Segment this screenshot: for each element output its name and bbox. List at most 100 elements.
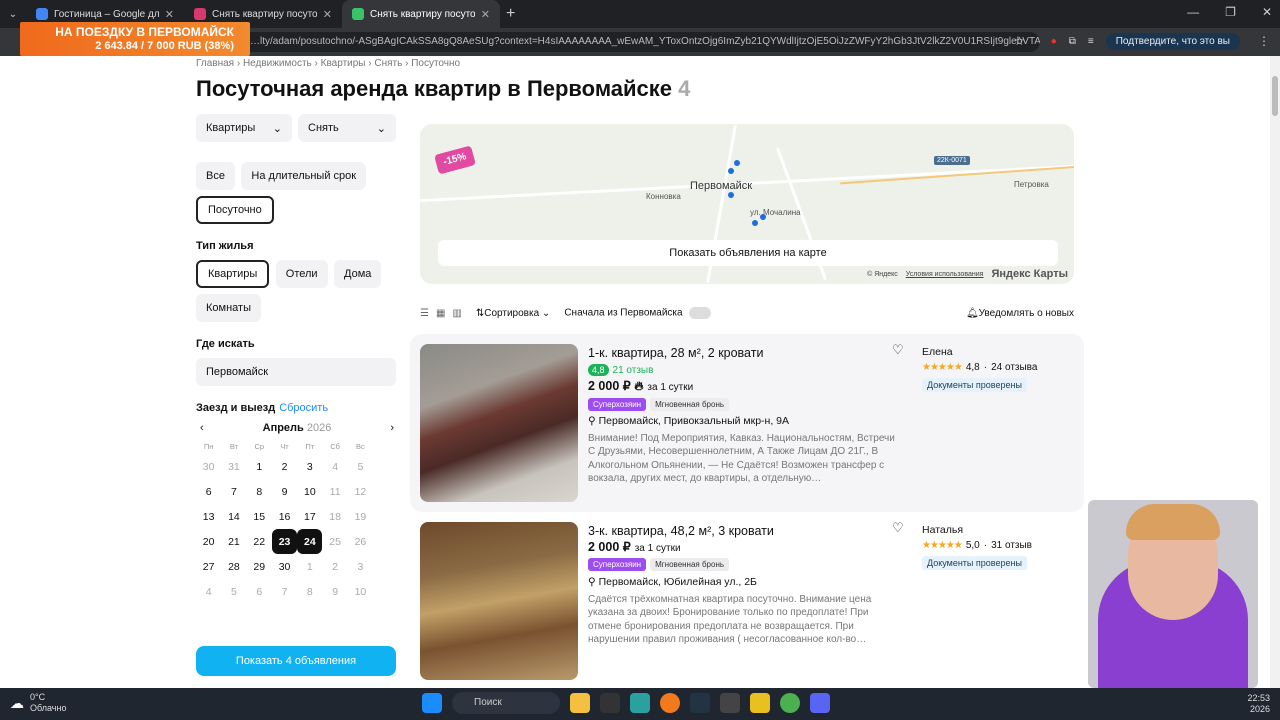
page-scrollbar[interactable]	[1270, 56, 1280, 688]
type-chip-houses[interactable]: Дома	[334, 260, 382, 288]
calendar-day[interactable]: 23	[271, 529, 298, 554]
favorite-heart-icon[interactable]: ♡	[892, 342, 904, 358]
calendar-day[interactable]: 24	[297, 529, 323, 554]
type-chip-rooms[interactable]: Комнаты	[196, 294, 261, 322]
reading-list-icon[interactable]: ≡	[1088, 36, 1094, 47]
listing-photo[interactable]	[420, 344, 578, 502]
app-icon[interactable]	[600, 693, 620, 713]
calendar-day[interactable]: 13	[196, 504, 221, 529]
map-marker[interactable]	[760, 214, 766, 220]
prev-month-icon[interactable]: ‹	[200, 422, 204, 434]
host-reviews[interactable]: 24 отзыва	[991, 362, 1037, 373]
address-bar[interactable]: …lty/adam/posutochno/-ASgBAgICAkSSA8gQ8A…	[240, 32, 1040, 52]
next-month-icon[interactable]: ›	[390, 422, 394, 434]
extension-icon[interactable]: ●	[1051, 36, 1057, 47]
host-name[interactable]: Наталья	[922, 524, 963, 536]
calendar-day[interactable]: 1	[247, 454, 272, 479]
app-icon[interactable]	[720, 693, 740, 713]
calendar-day[interactable]: 2	[272, 454, 297, 479]
location-input[interactable]: Первомайск	[196, 358, 396, 386]
map-marker[interactable]	[728, 168, 734, 174]
host-reviews[interactable]: 31 отзыв	[991, 540, 1032, 551]
calendar-day[interactable]: 30	[272, 554, 297, 579]
first-from-city-toggle[interactable]: Сначала из Первомайска	[564, 307, 711, 319]
app-icon[interactable]	[660, 693, 680, 713]
discord-icon[interactable]	[810, 693, 830, 713]
map-terms-link[interactable]: Условия использования	[906, 271, 984, 278]
browser-tab-3[interactable]: Снять квартиру посуточно, ар ✕	[342, 0, 500, 28]
more-menu-icon[interactable]: ⋮	[1258, 34, 1270, 48]
calendar-day[interactable]: 19	[348, 504, 373, 529]
calendar-day[interactable]: 20	[196, 529, 221, 554]
list-view-icon[interactable]: ☰	[420, 308, 429, 319]
system-clock[interactable]: 22:53 2026	[1247, 693, 1270, 715]
calendar-day[interactable]: 18	[322, 504, 347, 529]
listing-title[interactable]: 3-к. квартира, 48,2 м², 3 кровати	[588, 524, 774, 538]
calendar-day[interactable]: 26	[348, 529, 373, 554]
show-results-button[interactable]: Показать 4 объявления	[196, 646, 396, 676]
calendar-day[interactable]: 5	[348, 454, 373, 479]
calendar-day[interactable]: 16	[272, 504, 297, 529]
bookmark-star-icon[interactable]: ☆	[1014, 34, 1025, 48]
calendar-day[interactable]: 14	[221, 504, 246, 529]
close-tab-icon[interactable]: ✕	[481, 8, 490, 21]
app-icon[interactable]	[630, 693, 650, 713]
scrollbar-thumb[interactable]	[1272, 76, 1278, 116]
calendar-day[interactable]: 4	[322, 454, 347, 479]
listing-title[interactable]: 1-к. квартира, 28 м², 2 кровати	[588, 346, 763, 360]
windows-start-icon[interactable]	[422, 693, 442, 713]
type-chip-apartments[interactable]: Квартиры	[196, 260, 270, 288]
app-icon[interactable]	[750, 693, 770, 713]
chrome-icon[interactable]	[780, 693, 800, 713]
steam-icon[interactable]	[690, 693, 710, 713]
sort-button[interactable]: ⇅Сортировка ⌄	[476, 308, 550, 319]
calendar-day[interactable]: 21	[221, 529, 246, 554]
tab-list-icon[interactable]: ⌄	[0, 9, 26, 20]
maximize-icon[interactable]: ❐	[1225, 5, 1236, 19]
term-chip-all[interactable]: Все	[196, 162, 235, 190]
term-chip-daily[interactable]: Посуточно	[196, 196, 274, 224]
new-tab-icon[interactable]: +	[506, 5, 515, 23]
reset-dates-link[interactable]: Сбросить	[279, 402, 328, 414]
calendar-day[interactable]: 6	[196, 479, 221, 504]
map-marker[interactable]	[752, 220, 758, 226]
weather-widget[interactable]: ☁ 0°C Облачно	[10, 692, 66, 714]
calendar-day[interactable]: 25	[322, 529, 347, 554]
toggle-switch[interactable]	[688, 307, 711, 319]
calendar-day[interactable]: 11	[322, 479, 347, 504]
host-name[interactable]: Елена	[922, 346, 953, 358]
calendar-day[interactable]: 27	[196, 554, 221, 579]
calendar-day[interactable]: 15	[247, 504, 272, 529]
calendar-day[interactable]: 9	[272, 479, 297, 504]
map-marker[interactable]	[734, 160, 740, 166]
grid-view-icon[interactable]: ▦	[436, 308, 445, 319]
listing-photo[interactable]	[420, 522, 578, 680]
calendar-day[interactable]: 3	[297, 454, 322, 479]
listing-card[interactable]: 1-к. квартира, 28 м², 2 кровати 4,8 21 от…	[410, 334, 1084, 512]
type-chip-hotels[interactable]: Отели	[275, 260, 328, 288]
reviews-link[interactable]: 21 отзыв	[613, 365, 654, 376]
profile-verify-button[interactable]: Подтвердите, что это вы	[1105, 33, 1240, 50]
listing-card[interactable]: 3-к. квартира, 48,2 м², 3 кровати 2 000 …	[410, 512, 1084, 688]
calendar-day[interactable]: 22	[247, 529, 272, 554]
close-tab-icon[interactable]: ✕	[323, 8, 332, 21]
taskbar-search[interactable]: Поиск	[452, 692, 560, 714]
calendar-day[interactable]: 29	[247, 554, 272, 579]
close-window-icon[interactable]: ✕	[1262, 5, 1272, 19]
calendar-day[interactable]: 17	[297, 504, 322, 529]
term-chip-long[interactable]: На длительный срок	[241, 162, 367, 190]
deal-select[interactable]: Снять ⌄	[298, 114, 396, 142]
calendar-day[interactable]: 28	[221, 554, 246, 579]
show-on-map-button[interactable]: Показать объявления на карте	[438, 240, 1058, 266]
calendar-day[interactable]: 8	[247, 479, 272, 504]
calendar-day[interactable]: 7	[221, 479, 246, 504]
map-marker[interactable]	[728, 192, 734, 198]
close-tab-icon[interactable]: ✕	[165, 8, 174, 21]
minimize-icon[interactable]: —	[1187, 5, 1199, 19]
notify-button[interactable]: 🔔︎Уведомлять о новых	[966, 308, 1074, 319]
map-preview[interactable]: -15% Первомайск Конновка Петровка ул. Мо…	[420, 124, 1074, 284]
extensions-puzzle-icon[interactable]: ⧉	[1069, 36, 1076, 47]
breadcrumb[interactable]: Главная › Недвижимость › Квартиры › Снят…	[196, 58, 460, 69]
calendar-day[interactable]: 12	[348, 479, 373, 504]
calendar-day[interactable]: 10	[297, 479, 322, 504]
